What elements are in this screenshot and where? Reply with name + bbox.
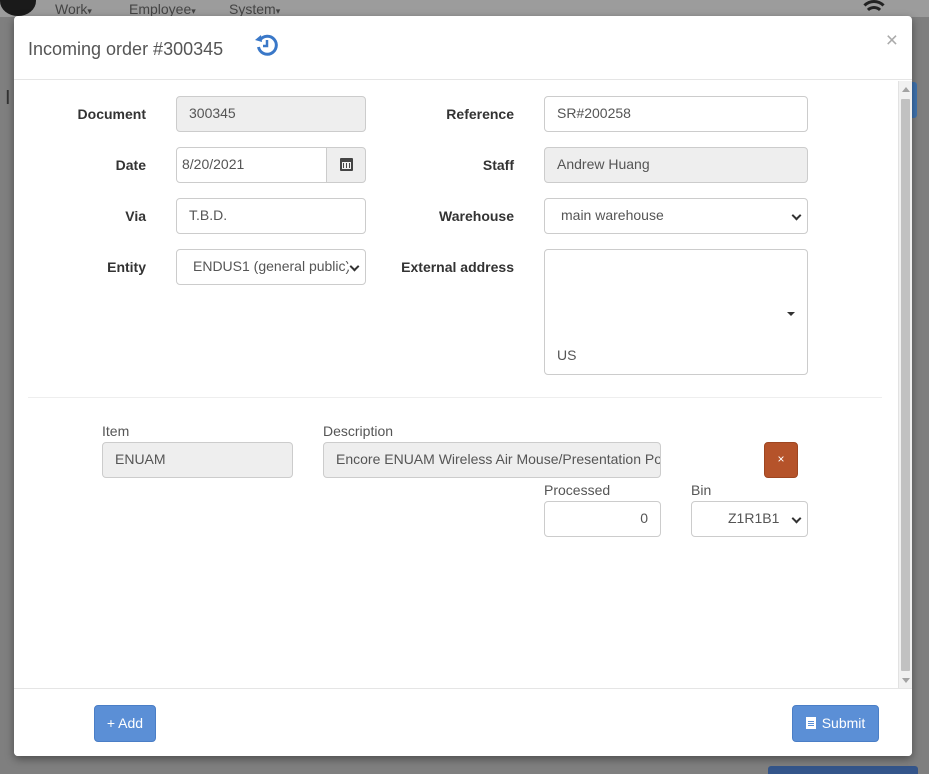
close-button[interactable]: × bbox=[886, 30, 898, 51]
via-label: Via bbox=[125, 208, 146, 224]
nav-menu-employee[interactable]: Employee▾ bbox=[129, 1, 196, 17]
remove-item-button[interactable]: × bbox=[764, 442, 798, 478]
logo bbox=[0, 0, 36, 16]
scroll-down-icon[interactable] bbox=[902, 678, 910, 683]
date-input[interactable]: 8/20/2021 bbox=[176, 147, 328, 183]
calendar-icon bbox=[340, 158, 353, 171]
document-label: Document bbox=[77, 106, 146, 122]
chevron-down-icon: ▾ bbox=[191, 6, 196, 16]
bin-select-value: Z1R1B1 bbox=[728, 510, 780, 526]
date-label: Date bbox=[115, 157, 146, 173]
chevron-down-icon: ▾ bbox=[275, 6, 281, 16]
external-address-select[interactable]: US bbox=[544, 249, 808, 375]
staff-field: Andrew Huang bbox=[544, 147, 808, 183]
submit-label: Submit bbox=[821, 715, 866, 731]
item-label: Item bbox=[102, 423, 130, 439]
caret-down-icon bbox=[787, 312, 795, 316]
processed-input[interactable]: 0 bbox=[544, 501, 661, 537]
top-navbar: Work▾ Employee▾ System▾ bbox=[0, 0, 929, 17]
entity-select-value: ENDUS1 (general public) bbox=[193, 258, 351, 274]
chevron-down-icon: ▾ bbox=[87, 6, 92, 16]
entity-label: Entity bbox=[107, 259, 146, 275]
date-picker-button[interactable] bbox=[326, 147, 366, 183]
item-field: ENUAM bbox=[102, 442, 293, 478]
modal-body: Document 300345 Date 8/20/2021 Via T.B.D… bbox=[14, 81, 912, 688]
warehouse-label: Warehouse bbox=[439, 208, 514, 224]
nav-menu-work[interactable]: Work▾ bbox=[55, 1, 92, 17]
submit-button[interactable]: Submit bbox=[792, 705, 879, 742]
divider bbox=[28, 397, 882, 398]
background-button bbox=[768, 766, 918, 774]
chevron-down-icon bbox=[349, 261, 360, 272]
chevron-down-icon bbox=[791, 513, 802, 524]
add-button[interactable]: + Add bbox=[94, 705, 156, 742]
nav-menu-label: System bbox=[229, 1, 276, 17]
document-field: 300345 bbox=[176, 96, 366, 132]
external-address-label: External address bbox=[401, 259, 514, 275]
scroll-up-icon[interactable] bbox=[902, 87, 910, 92]
incoming-order-modal: Incoming order #300345 × Document 300345… bbox=[14, 16, 912, 756]
reference-label: Reference bbox=[446, 106, 514, 122]
nav-menu-label: Work bbox=[55, 1, 88, 17]
scrollbar-thumb[interactable] bbox=[901, 99, 910, 671]
scrollbar[interactable] bbox=[898, 81, 912, 688]
chevron-down-icon bbox=[791, 210, 802, 221]
external-address-country: US bbox=[557, 347, 577, 363]
description-label: Description bbox=[323, 423, 394, 439]
file-icon bbox=[805, 717, 816, 729]
via-input[interactable]: T.B.D. bbox=[176, 198, 366, 234]
reference-input[interactable]: SR#200258 bbox=[544, 96, 808, 132]
modal-header: Incoming order #300345 × bbox=[14, 16, 912, 80]
nav-menu-label: Employee bbox=[129, 1, 192, 17]
entity-select[interactable]: ENDUS1 (general public) bbox=[176, 249, 366, 285]
wifi-icon bbox=[858, 0, 890, 16]
description-field: Encore ENUAM Wireless Air Mouse/Presenta… bbox=[323, 442, 661, 478]
modal-footer: + Add Submit bbox=[14, 688, 912, 756]
background-button bbox=[912, 82, 917, 118]
bin-label: Bin bbox=[691, 482, 712, 498]
page-title-partial: I bbox=[5, 87, 11, 109]
warehouse-select-value: main warehouse bbox=[561, 207, 664, 223]
processed-label: Processed bbox=[544, 482, 611, 498]
bin-select[interactable]: Z1R1B1 bbox=[691, 501, 808, 537]
modal-title: Incoming order #300345 bbox=[28, 39, 224, 59]
nav-menu-system[interactable]: System▾ bbox=[229, 1, 280, 17]
history-icon[interactable] bbox=[254, 32, 280, 58]
staff-label: Staff bbox=[482, 157, 514, 173]
warehouse-select[interactable]: main warehouse bbox=[544, 198, 808, 234]
